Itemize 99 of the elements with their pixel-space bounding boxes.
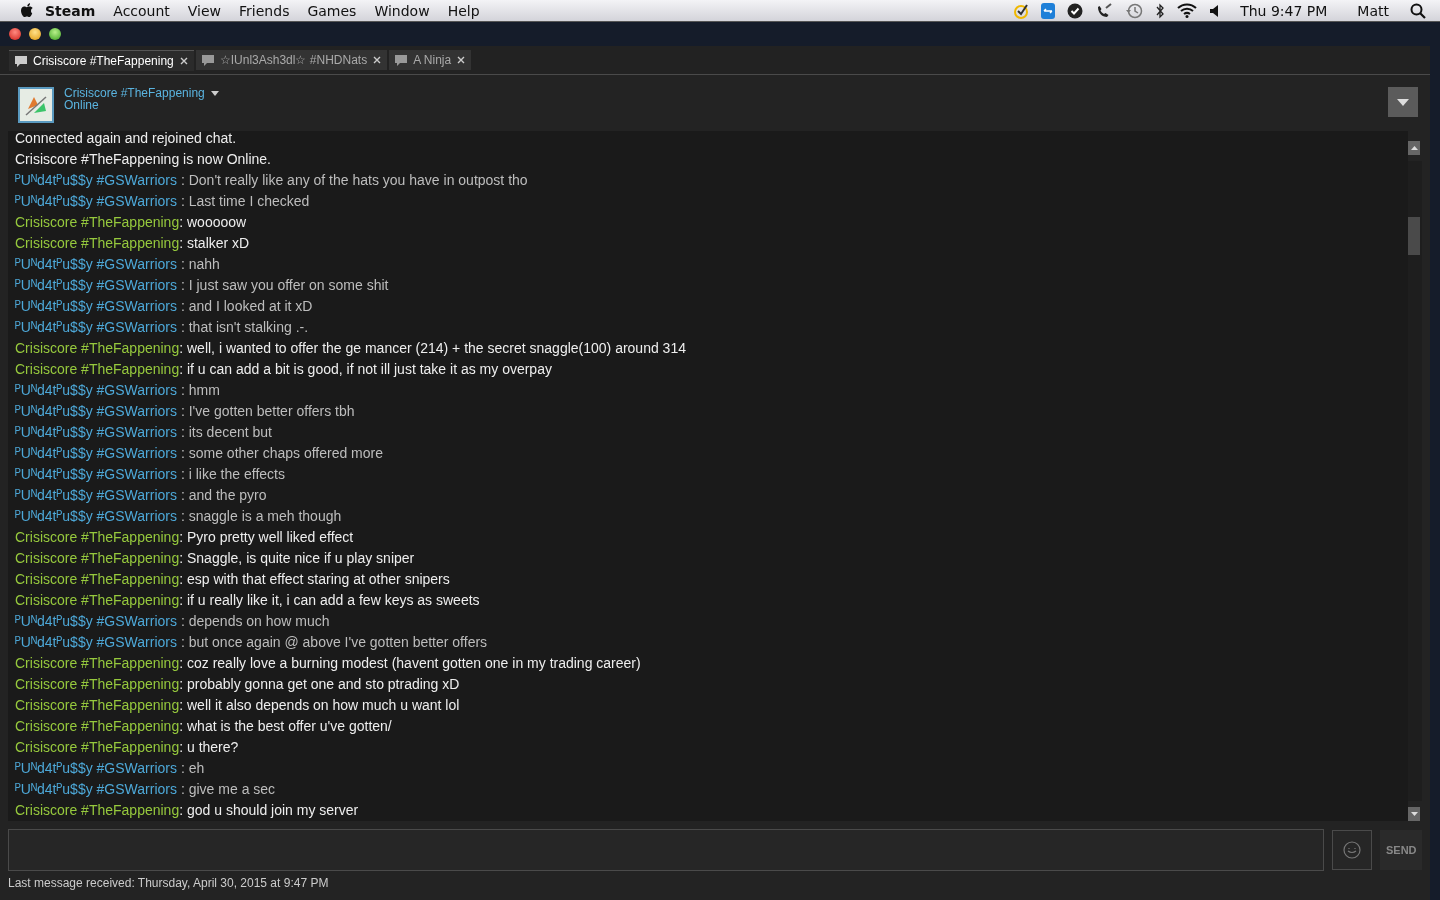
menu-item[interactable]: Window bbox=[365, 2, 439, 19]
message-input-field[interactable] bbox=[8, 829, 1324, 871]
last-message-info: Last message received: Thursday, April 30, 2015 at 9:47 PM bbox=[8, 875, 330, 892]
close-icon[interactable] bbox=[457, 56, 466, 64]
message-text: : I've gotten better offers tbh bbox=[180, 403, 355, 419]
message-text: : well it also depends on how much u want lol bbox=[179, 697, 460, 713]
chat-tab[interactable]: Crisiscore #TheFappening bbox=[9, 50, 194, 71]
contact-status: Online bbox=[64, 99, 100, 111]
sender-name[interactable]: ᴾUᴺd4tᴾu$$y #GSWarriors bbox=[15, 424, 177, 440]
speech-bubble-icon bbox=[395, 54, 408, 66]
clock-history-icon[interactable] bbox=[1125, 1, 1144, 20]
menu-dropdown-button[interactable] bbox=[1388, 87, 1418, 117]
scroll-up-button[interactable] bbox=[1408, 141, 1420, 155]
message-text: : Snaggle, is quite nice if u play sniper bbox=[179, 550, 415, 566]
menu-item[interactable]: Steam bbox=[36, 2, 105, 19]
message-text: : Don't really like any of the hats you have in outpost tho bbox=[180, 172, 528, 188]
message-text: : god u should join my server bbox=[179, 802, 359, 818]
sender-name[interactable]: ᴾUᴺd4tᴾu$$y #GSWarriors bbox=[15, 319, 177, 335]
avatar-leaf-drawing bbox=[18, 87, 54, 123]
sender-name[interactable]: ᴾUᴺd4tᴾu$$y #GSWarriors bbox=[15, 277, 177, 293]
menu-item[interactable]: View bbox=[178, 2, 231, 19]
sender-name[interactable]: ᴾUᴺd4tᴾu$$y #GSWarriors bbox=[15, 382, 177, 398]
message-text: : if u can add a bit is good, if not ill just take it as my overpay bbox=[179, 361, 552, 377]
message-text: : that isn't stalking .-. bbox=[180, 319, 309, 335]
message-text: : probably gonna get one and sto ptrading xD bbox=[179, 676, 460, 692]
phone-icon[interactable] bbox=[1095, 2, 1114, 19]
sender-name[interactable]: ᴾUᴺd4tᴾu$$y #GSWarriors bbox=[15, 445, 177, 461]
message-text: : well, i wanted to offer the ge mancer (214) + the secret snaggle(100) around 314 bbox=[179, 340, 686, 356]
checkmark-circle-icon[interactable] bbox=[1013, 2, 1030, 19]
speech-bubble-icon bbox=[15, 55, 27, 67]
message-text: : esp with that effect staring at other snipers bbox=[179, 571, 450, 587]
caret-icon bbox=[1410, 812, 1418, 816]
close-button[interactable] bbox=[9, 28, 21, 40]
sender-name[interactable]: ᴾUᴺd4tᴾu$$y #GSWarriors bbox=[15, 487, 177, 503]
message-text: : some other chaps offered more bbox=[180, 445, 383, 461]
caret-icon[interactable] bbox=[210, 90, 219, 96]
menu-item[interactable]: Friends bbox=[230, 2, 299, 19]
tab-label: ☆IUnl3Ash3dl☆ #NHDNats bbox=[219, 53, 368, 67]
sender-name[interactable]: ᴾUᴺd4tᴾu$$y #GSWarriors bbox=[15, 760, 177, 776]
wifi-icon[interactable] bbox=[1177, 3, 1198, 18]
sender-name[interactable]: ᴾUᴺd4tᴾu$$y #GSWarriors bbox=[15, 256, 177, 272]
message-text: : eh bbox=[180, 760, 205, 776]
sender-name[interactable]: ᴾUᴺd4tᴾu$$y #GSWarriors bbox=[15, 172, 177, 188]
message-text: : nahh bbox=[180, 256, 220, 272]
system-message: Crisiscore #TheFappening is now Online. bbox=[15, 150, 272, 169]
message-text: : snaggle is a meh though bbox=[180, 508, 342, 524]
send-button[interactable]: SEND bbox=[1380, 830, 1422, 870]
message-text: : if u really like it, i can add a few keys as sweets bbox=[179, 592, 480, 608]
menu-item[interactable]: Games bbox=[298, 2, 366, 19]
sender-name[interactable]: ᴾUᴺd4tᴾu$$y #GSWarriors bbox=[15, 466, 177, 482]
message-text: : wooooow bbox=[179, 214, 247, 230]
close-icon[interactable] bbox=[179, 57, 188, 65]
message-text: : give me a sec bbox=[180, 781, 276, 797]
message-text: : its decent but bbox=[180, 424, 272, 440]
search-icon[interactable] bbox=[1410, 2, 1426, 19]
chat-tab[interactable]: A Ninja bbox=[389, 50, 472, 70]
caret-icon bbox=[1410, 146, 1418, 150]
contact-name[interactable]: Crisiscore #TheFappening bbox=[64, 87, 205, 99]
sender-name[interactable]: ᴾUᴺd4tᴾu$$y #GSWarriors bbox=[15, 193, 177, 209]
menu-item[interactable]: Account bbox=[104, 2, 179, 19]
tab-label: A Ninja bbox=[413, 53, 452, 67]
message-text: : hmm bbox=[180, 382, 220, 398]
message-text: : what is the best offer u've gotten/ bbox=[179, 718, 392, 734]
message-text: : stalker xD bbox=[179, 235, 250, 251]
message-text: : Last time I checked bbox=[180, 193, 310, 209]
sender-name[interactable]: ᴾUᴺd4tᴾu$$y #GSWarriors bbox=[15, 508, 177, 524]
remote-arrows-icon[interactable] bbox=[1041, 2, 1056, 19]
menu-clock[interactable]: Thu 9:47 PM bbox=[1231, 2, 1337, 19]
caret-icon bbox=[1397, 98, 1409, 106]
menu-item[interactable]: Help bbox=[438, 2, 489, 19]
sender-name[interactable]: ᴾUᴺd4tᴾu$$y #GSWarriors bbox=[15, 298, 177, 314]
scrollbar-thumb[interactable] bbox=[1408, 217, 1420, 255]
smiley-icon bbox=[1343, 841, 1361, 859]
system-message: Connected again and rejoined chat. bbox=[15, 131, 238, 148]
scroll-down-button[interactable] bbox=[1408, 807, 1420, 821]
bluetooth-icon[interactable] bbox=[1155, 2, 1166, 19]
message-text: : Pyro pretty well liked effect bbox=[179, 529, 354, 545]
close-icon[interactable] bbox=[373, 56, 382, 64]
message-text: : i like the effects bbox=[180, 466, 285, 482]
sender-name[interactable]: ᴾUᴺd4tᴾu$$y #GSWarriors bbox=[15, 613, 177, 629]
speech-bubble-icon bbox=[201, 54, 214, 66]
message-text: : and the pyro bbox=[180, 487, 267, 503]
message-text: : depends on how much bbox=[180, 613, 330, 629]
speaker-icon[interactable] bbox=[1209, 3, 1220, 18]
minimize-button[interactable] bbox=[29, 28, 41, 40]
tab-label: Crisiscore #TheFappening bbox=[33, 54, 174, 68]
sender-name[interactable]: ᴾUᴺd4tᴾu$$y #GSWarriors bbox=[15, 634, 177, 650]
message-text: : coz really love a burning modest (havent gotten one in my trading career) bbox=[179, 655, 641, 671]
message-text: : but once again @ above I've gotten better offers bbox=[180, 634, 488, 650]
user-name[interactable]: Matt bbox=[1348, 2, 1398, 19]
zoom-button[interactable] bbox=[49, 28, 61, 40]
message-text: : u there? bbox=[179, 739, 239, 755]
chat-tab[interactable]: ☆IUnl3Ash3dl☆ #NHDNats bbox=[195, 50, 388, 70]
sender-name[interactable]: ᴾUᴺd4tᴾu$$y #GSWarriors bbox=[15, 403, 177, 419]
shield-check-icon[interactable] bbox=[1067, 2, 1084, 19]
emoticon-button[interactable] bbox=[1332, 830, 1372, 870]
message-text: : and I looked at it xD bbox=[180, 298, 313, 314]
sender-name[interactable]: ᴾUᴺd4tᴾu$$y #GSWarriors bbox=[15, 781, 177, 797]
message-text: : I just saw you offer on some shit bbox=[180, 277, 389, 293]
